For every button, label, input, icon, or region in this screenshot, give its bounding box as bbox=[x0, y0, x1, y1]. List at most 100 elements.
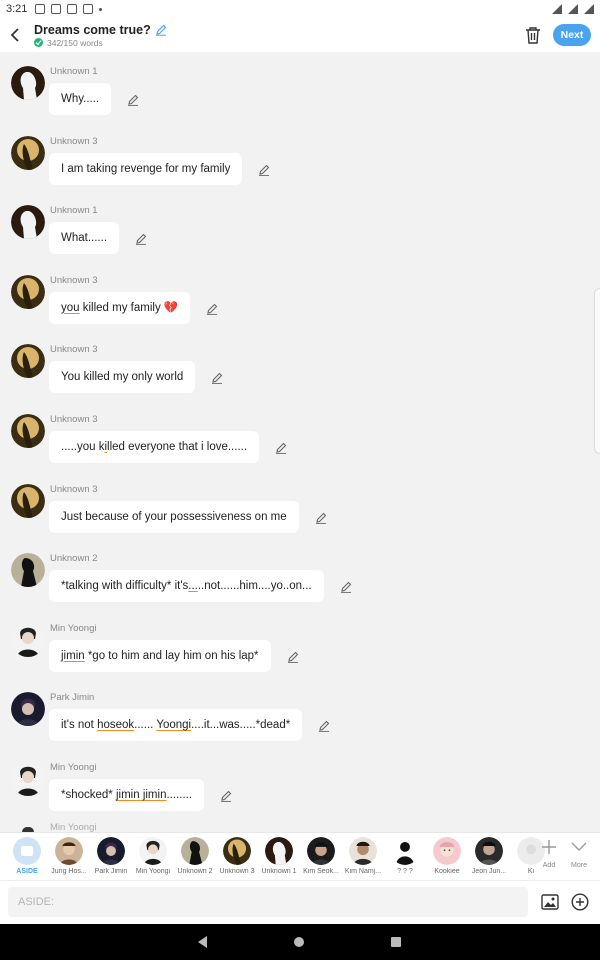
message-text: ...... bbox=[134, 719, 157, 732]
chat-message: Unknown 1 What...... bbox=[0, 197, 600, 267]
character-name: Kim Seok... bbox=[303, 868, 339, 875]
message-bubble[interactable]: jimin *go to him and lay him on his lap* bbox=[49, 639, 271, 672]
message-avatar[interactable] bbox=[11, 66, 45, 100]
message-bubble[interactable]: *talking with difficulty* it's.....not..… bbox=[49, 570, 324, 603]
character-item[interactable]: Kim Namj... bbox=[342, 837, 384, 879]
edit-title-icon[interactable] bbox=[155, 24, 167, 36]
edit-message-icon[interactable] bbox=[206, 302, 218, 315]
word-count: 342/150 words bbox=[47, 37, 103, 48]
delete-button[interactable] bbox=[524, 25, 542, 50]
message-text: Just because of your possessiveness on m… bbox=[61, 510, 287, 523]
message-bubble[interactable]: *shocked* jimin jimin........ bbox=[49, 779, 205, 811]
back-button[interactable] bbox=[0, 18, 30, 52]
message-text: it's not bbox=[61, 719, 98, 732]
character-item[interactable]: ? ? ? bbox=[384, 837, 426, 879]
message-avatar[interactable] bbox=[11, 622, 45, 657]
chat-area[interactable]: Min Yoongi *shocked* jimin jimin........ P… bbox=[0, 52, 600, 832]
aside-input[interactable] bbox=[8, 887, 528, 917]
character-item[interactable]: Jung Hos... bbox=[48, 837, 90, 879]
character-item[interactable]: Unknown 3 bbox=[216, 837, 258, 879]
message-text: ........ bbox=[166, 789, 193, 801]
message-bubble[interactable]: You killed my only world bbox=[49, 361, 196, 394]
message-bubble[interactable]: it's not hoseok...... Yoongi....it...was… bbox=[49, 709, 303, 742]
edit-message-icon[interactable] bbox=[275, 441, 287, 454]
character-avatar bbox=[433, 837, 461, 865]
instagram-icon bbox=[35, 4, 46, 14]
message-avatar[interactable] bbox=[11, 692, 45, 727]
message-avatar[interactable] bbox=[11, 135, 45, 170]
character-name: Kookiee bbox=[434, 868, 460, 875]
wifi-icon bbox=[568, 4, 578, 14]
message-text: Yoongi bbox=[156, 719, 192, 732]
edit-message-icon[interactable] bbox=[318, 719, 330, 733]
message-avatar[interactable] bbox=[11, 762, 45, 796]
character-avatar bbox=[97, 837, 125, 865]
message-sender: Park Jimin bbox=[50, 692, 95, 704]
character-avatar bbox=[307, 837, 335, 865]
message-avatar[interactable] bbox=[11, 414, 45, 448]
navigation-bar bbox=[0, 924, 600, 960]
message-sender: Min Yoongi bbox=[50, 762, 97, 773]
message-text: jimin jimin bbox=[115, 789, 167, 801]
youtube-icon-2 bbox=[67, 4, 78, 14]
character-aside[interactable]: ASIDE bbox=[6, 837, 48, 879]
character-item[interactable]: Unknown 2 bbox=[174, 837, 216, 879]
edit-message-icon[interactable] bbox=[211, 371, 223, 385]
next-button[interactable]: Next bbox=[553, 24, 591, 46]
side-drawer-handle[interactable] bbox=[594, 288, 600, 454]
edit-message-icon[interactable] bbox=[340, 580, 352, 594]
character-item[interactable]: Unknown 1 bbox=[258, 837, 300, 879]
message-bubble[interactable]: Why..... bbox=[49, 83, 112, 115]
character-item[interactable]: Jeon Jun... bbox=[468, 837, 510, 879]
edit-message-icon[interactable] bbox=[258, 163, 270, 176]
trash-icon bbox=[526, 27, 540, 44]
add-content-button[interactable] bbox=[571, 893, 589, 916]
edit-message-icon[interactable] bbox=[127, 93, 139, 106]
edit-message-icon[interactable] bbox=[135, 232, 147, 246]
message-text: You killed my only world bbox=[61, 371, 184, 384]
message-text: *shocked* bbox=[61, 789, 116, 801]
story-title[interactable]: Dreams come true? bbox=[34, 23, 151, 37]
add-character-button[interactable]: Add bbox=[534, 839, 564, 869]
message-bubble[interactable]: Just because of your possessiveness on m… bbox=[49, 500, 299, 533]
more-characters-button[interactable]: More bbox=[564, 839, 594, 869]
nav-home-button[interactable] bbox=[294, 937, 304, 947]
insert-image-button[interactable] bbox=[541, 894, 559, 915]
message-avatar[interactable] bbox=[11, 553, 45, 588]
message-bubble[interactable]: .....you killed everyone that i love....… bbox=[49, 431, 260, 463]
message-bubble[interactable]: I am taking revenge for my family bbox=[49, 152, 243, 185]
message-bubble[interactable]: you killed my family 💔 bbox=[49, 291, 191, 324]
character-name: Unknown 1 bbox=[261, 868, 297, 875]
character-bar: Ki Jeon Jun... Kookiee ? ? ? Kim Namj... Kim … bbox=[0, 832, 600, 880]
chat-message: Min Yoongi *shocked* jimin jimin........ bbox=[0, 754, 600, 824]
message-avatar[interactable] bbox=[11, 483, 45, 518]
message-text: *talking with difficulty* it's bbox=[61, 580, 189, 593]
mute-icon bbox=[552, 4, 562, 14]
character-name: Unknown 3 bbox=[219, 868, 255, 875]
edit-message-icon[interactable] bbox=[220, 789, 232, 802]
character-name: Kim Namj... bbox=[344, 868, 382, 875]
message-text: hoseok bbox=[97, 719, 135, 732]
message-text: What...... bbox=[61, 232, 108, 245]
message-avatar[interactable] bbox=[11, 274, 45, 309]
nav-back-button[interactable] bbox=[198, 936, 207, 948]
more-label: More bbox=[571, 862, 587, 869]
message-avatar[interactable] bbox=[11, 205, 45, 240]
character-item[interactable]: Kookiee bbox=[426, 837, 468, 879]
message-avatar[interactable] bbox=[11, 344, 45, 379]
edit-message-icon[interactable] bbox=[315, 511, 327, 524]
add-label: Add bbox=[542, 862, 556, 869]
battery-icon bbox=[584, 4, 594, 14]
title-block: Dreams come true? 342/150 words bbox=[34, 23, 167, 48]
character-item[interactable]: Park Jimin bbox=[90, 837, 132, 879]
message-bubble[interactable]: What...... bbox=[49, 222, 120, 255]
character-name: Jeon Jun... bbox=[471, 868, 507, 875]
edit-message-icon[interactable] bbox=[287, 650, 299, 663]
character-item[interactable]: Kim Seok... bbox=[300, 837, 342, 879]
chat-message: Unknown 1 Why..... bbox=[0, 58, 600, 128]
character-name: Min Yoongi bbox=[135, 868, 171, 875]
character-avatar bbox=[349, 837, 377, 865]
chat-message: Park Jimin it's not hoseok...... Yoongi..… bbox=[0, 684, 600, 754]
character-item[interactable]: Min Yoongi bbox=[132, 837, 174, 879]
nav-recents-button[interactable] bbox=[391, 937, 401, 947]
